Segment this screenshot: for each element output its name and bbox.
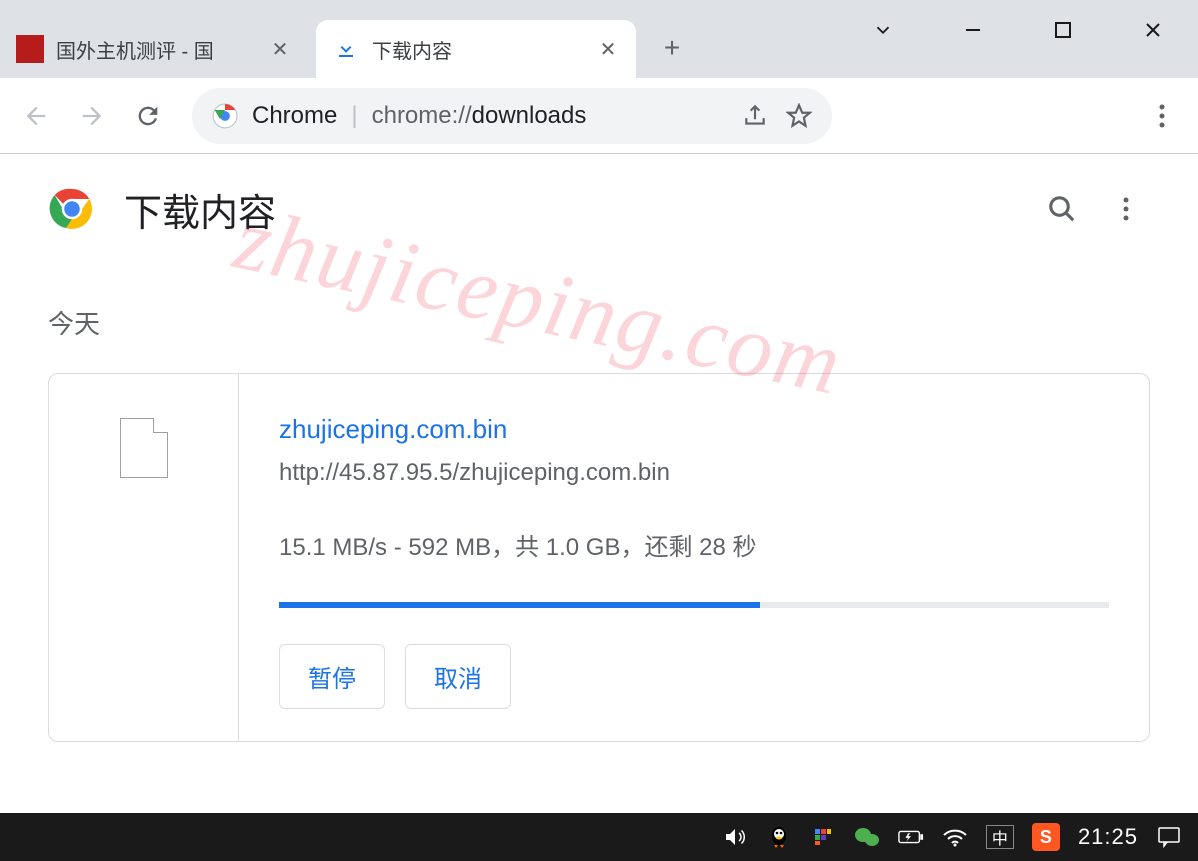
omnibox-scheme: Chrome [252,102,337,130]
omnibox-url: chrome://downloads [372,102,587,130]
download-url[interactable]: http://45.87.95.5/zhujiceping.com.bin [279,459,1109,487]
maximize-button[interactable] [1018,0,1108,60]
search-button[interactable] [1038,185,1086,233]
file-icon [120,418,168,478]
system-taskbar: 中 S 21:25 [0,813,1198,861]
ime-indicator[interactable]: 中 [986,825,1014,849]
wechat-icon[interactable] [854,824,880,850]
browser-toolbar: Chrome | chrome://downloads [0,78,1198,154]
bookmark-icon[interactable] [786,103,812,129]
tab-title: 国外主机测评 - 国 [56,35,268,64]
download-item: zhujiceping.com.bin http://45.87.95.5/zh… [48,373,1150,742]
tab-strip: 国外主机测评 - 国 ✕ 下载内容 ✕ + [0,0,1198,78]
browser-menu-button[interactable] [1138,92,1186,140]
address-bar[interactable]: Chrome | chrome://downloads [192,88,832,144]
sogou-ime-icon[interactable]: S [1032,823,1060,851]
date-section-label: 今天 [48,304,1150,341]
chevron-down-icon[interactable] [838,0,928,60]
app-tray-icon[interactable] [810,824,836,850]
page-menu-button[interactable] [1102,185,1150,233]
new-tab-button[interactable]: + [648,24,696,72]
forward-button[interactable] [68,92,116,140]
notifications-icon[interactable] [1156,824,1182,850]
close-icon[interactable]: ✕ [268,37,292,61]
page-header: 下载内容 [0,154,1198,264]
download-icon [332,35,360,63]
back-button[interactable] [12,92,60,140]
progress-bar-fill [279,602,760,608]
chrome-logo-icon [48,185,96,233]
minimize-button[interactable] [928,0,1018,60]
separator: | [351,102,357,130]
window-controls [838,0,1198,60]
close-icon[interactable]: ✕ [596,37,620,61]
qq-icon[interactable] [766,824,792,850]
downloads-content: 今天 zhujiceping.com.bin http://45.87.95.5… [0,304,1198,742]
battery-icon[interactable] [898,824,924,850]
progress-bar-track [279,602,1109,608]
download-status: 15.1 MB/s - 592 MB，共 1.0 GB，还剩 28 秒 [279,527,1109,562]
page-title: 下载内容 [124,182,1022,237]
volume-icon[interactable] [722,824,748,850]
reload-button[interactable] [124,92,172,140]
favicon-icon [16,35,44,63]
tab-active[interactable]: 下载内容 ✕ [316,20,636,78]
share-icon[interactable] [742,103,768,129]
tab-inactive[interactable]: 国外主机测评 - 国 ✕ [0,20,308,78]
pause-button[interactable]: 暂停 [279,644,385,709]
chrome-security-icon [212,103,238,129]
cancel-button[interactable]: 取消 [405,644,511,709]
wifi-icon[interactable] [942,824,968,850]
close-button[interactable] [1108,0,1198,60]
download-icon-area [49,374,239,741]
tab-title: 下载内容 [372,35,596,64]
download-filename[interactable]: zhujiceping.com.bin [279,414,1109,445]
taskbar-clock[interactable]: 21:25 [1078,824,1138,850]
